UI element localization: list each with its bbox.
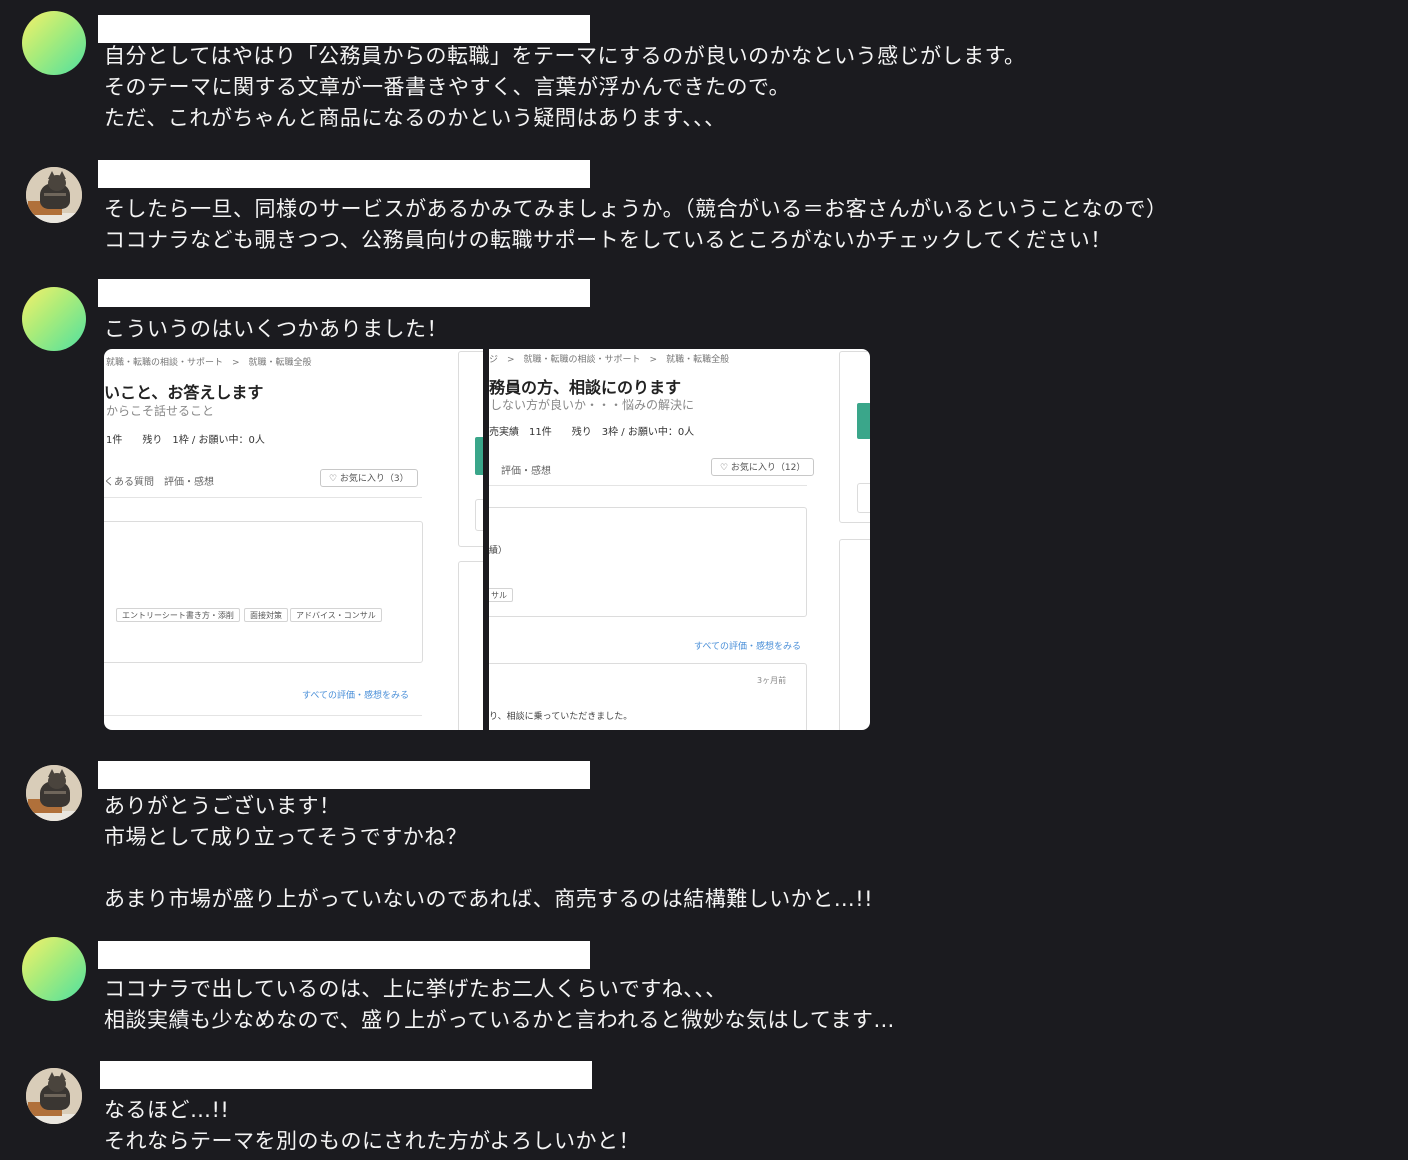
message-text: こういうのはいくつかありました！ (104, 317, 448, 341)
see-all-reviews-link: すべての評価・感想をみる (302, 691, 410, 701)
service-title: いこと、お答えします (104, 383, 264, 402)
redacted-username (98, 941, 590, 969)
service-tabs: 評価・感想 (501, 466, 551, 477)
attachment-image-left[interactable]: 就職・転職の相談・サポート > 就職・転職全般 いこと、お答えします からこそ話… (104, 349, 483, 730)
attachment-image-right[interactable]: ジ > 就職・転職の相談・サポート > 就職・転職全般 務員の方、相談にのります… (489, 349, 870, 730)
message-text: なるほど…!! それならテーマを別のものにされた方がよろしいかと！ (104, 1098, 641, 1153)
message-text: ありがとうございます！ 市場として成り立ってそうですかね？ あまり市場が盛り上が… (104, 794, 874, 911)
tag: アドバイス・コンサル (290, 608, 382, 622)
redacted-username (98, 761, 590, 789)
favorite-button: ♡ お気に入り（3） (320, 469, 418, 487)
service-stats: 1件 残り 1枠 / お願い中：0人 (106, 435, 265, 446)
review-snippet: 績） (489, 546, 508, 556)
breadcrumb: ジ > 就職・転職の相談・サポート > 就職・転職全般 (489, 355, 730, 365)
tag: サル (489, 588, 513, 602)
service-subtitle: からこそ話せること (106, 404, 215, 418)
review-panel (489, 507, 807, 617)
message-text: そしたら一旦、同様のサービスがあるかみてみましょうか。（競合がいる＝お客さんがい… (104, 197, 1168, 252)
service-tabs: くある質問 評価・感想 (104, 477, 214, 488)
tag: エントリーシート書き方・添削 (116, 608, 240, 622)
tag: 面接対策 (244, 608, 288, 622)
user-avatar-gradient[interactable] (22, 287, 86, 351)
review-text: り、相談に乗っていただきました。 (489, 712, 633, 722)
user-avatar-gradient[interactable] (22, 11, 86, 75)
cat-avatar[interactable] (26, 167, 82, 223)
cat-avatar[interactable] (26, 1068, 82, 1124)
redacted-username (98, 15, 590, 43)
redacted-username (98, 160, 590, 188)
review-panel (104, 521, 423, 663)
message-text: ココナラで出しているのは、上に挙げたお二人くらいですね、、、 相談実績も少なめな… (104, 977, 895, 1032)
redacted-username (98, 279, 590, 307)
redacted-username (100, 1061, 592, 1089)
breadcrumb: 就職・転職の相談・サポート > 就職・転職全般 (106, 358, 312, 368)
service-stats: 売実績 11件 残り 3枠 / お願い中：0人 (489, 427, 695, 438)
user-avatar-gradient[interactable] (22, 937, 86, 1001)
cat-avatar[interactable] (26, 765, 82, 821)
service-title: 務員の方、相談にのります (489, 378, 682, 397)
review-date: 3ヶ月前 (757, 676, 787, 685)
service-subtitle: しない方が良いか・・・悩みの解決に (490, 398, 695, 412)
favorite-button: ♡ お気に入り（12） (711, 458, 815, 476)
see-all-reviews-link: すべての評価・感想をみる (694, 642, 802, 652)
message-text: 自分としてはやはり「公務員からの転職」をテーマにするのが良いのかなという感じがし… (104, 44, 1026, 130)
